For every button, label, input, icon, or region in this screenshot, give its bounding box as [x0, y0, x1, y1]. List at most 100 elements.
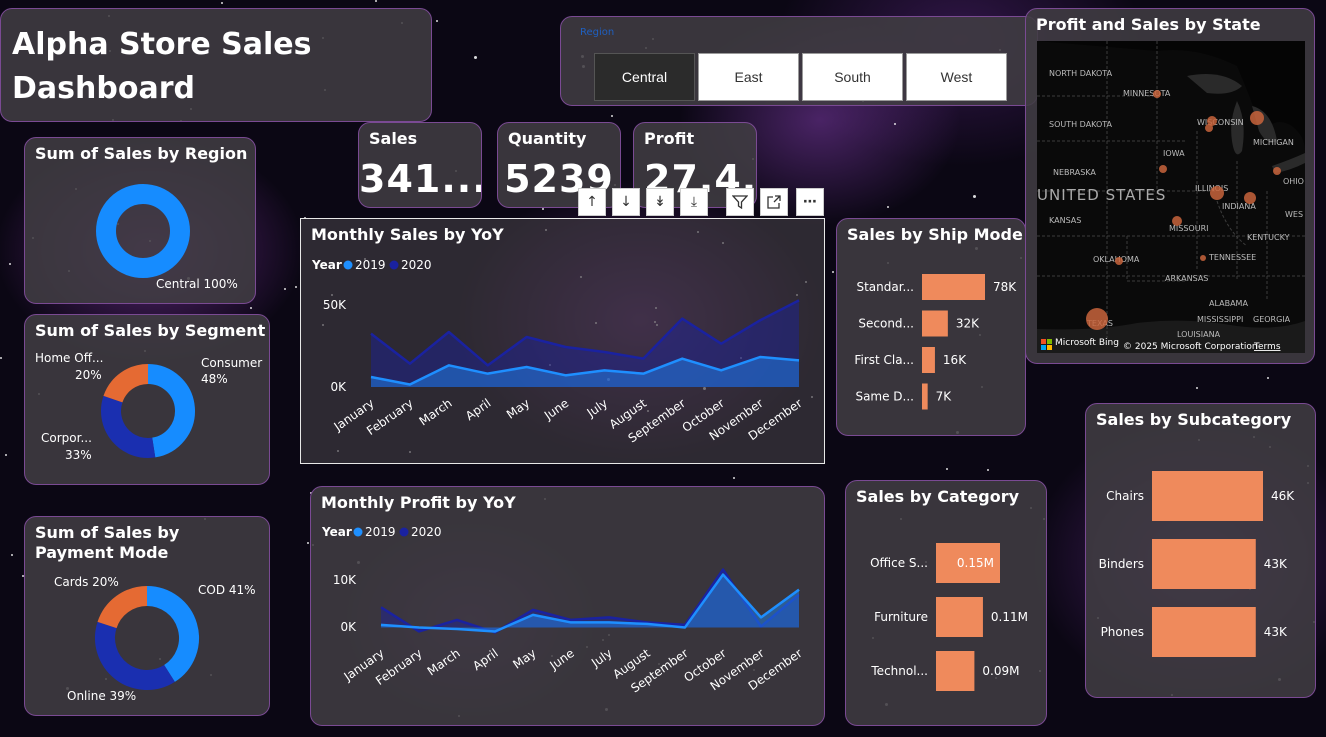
bar-category-label: Standar... [856, 280, 914, 294]
bar-furniture [936, 597, 983, 637]
bar-value-label: 0.09M [982, 664, 1019, 678]
y-tick-label: 10K [333, 573, 357, 587]
subcategory-bar-chart: Chairs 46K Binders 43K Phones 43K [1099, 471, 1295, 657]
legend-marker-2019 [343, 260, 353, 270]
slicer-option-east[interactable]: East [698, 53, 799, 101]
map-state-label: OHIO [1283, 177, 1304, 186]
bar-firstcla [922, 347, 935, 373]
y-tick-label: 0K [340, 620, 357, 634]
monthly-profit-panel: Monthly Profit by YoY Year 2019 2020 10K 0K J… [310, 486, 825, 726]
map-brand: Microsoft Bing [1055, 338, 1119, 348]
slicer-option-central[interactable]: Central [594, 53, 695, 101]
map-bubble-0 [1153, 90, 1161, 98]
map-title: Profit and Sales by State [1036, 15, 1261, 34]
payment-label-cod: COD 41% [198, 583, 256, 597]
legend-label-2020: 2020 [411, 525, 442, 539]
x-tick-label-april: April [470, 646, 501, 673]
x-tick-label-june: June [546, 646, 576, 673]
bing-logo-tile-3 [1047, 345, 1052, 350]
payment-label-online: Online 39% [67, 689, 137, 703]
legend-title: Year [311, 258, 342, 272]
segment-donut-chart [101, 364, 195, 458]
bar-category-label: Technol... [870, 664, 928, 678]
map-state-label: GEORGIA [1253, 315, 1291, 324]
monthly-sales-chart: Year 2019 202050K0KJanuaryFebruary March Apr… [311, 258, 805, 446]
bar-samed [922, 383, 928, 410]
map-bubble-3 [1207, 116, 1217, 126]
segment-label-homeoffice-pct: 20% [75, 368, 102, 382]
expand-hierarchy-icon[interactable]: ⤓ [680, 188, 708, 216]
map-state-label: MISSISSIPPI [1197, 315, 1243, 324]
sales-by-payment-panel: Sum of Sales by Payment Mode COD 41% Onl… [24, 516, 270, 716]
slicer-label: Region [580, 27, 615, 38]
map-bubble-7 [1172, 216, 1182, 226]
map-bubble-9 [1086, 308, 1108, 330]
bar-value-label: 43K [1264, 625, 1288, 639]
region-slicer: Region Central East South West [560, 16, 1038, 106]
bar-category-label: Second... [858, 317, 914, 331]
payment-slice-cod [146, 586, 199, 682]
map-state-label: IOWA [1163, 149, 1185, 158]
map-state-label: WISCONSIN [1197, 118, 1244, 127]
map-state-label: WES [1285, 210, 1303, 219]
bar-chairs [1152, 471, 1263, 521]
bar-second [922, 310, 948, 337]
kpi-profit-label: Profit [644, 129, 695, 148]
x-tick-label-may: May [510, 646, 538, 672]
x-tick-label-july: July [588, 646, 615, 670]
segment-label-corporate-pct: 33% [65, 448, 92, 462]
monthly-sales-panel[interactable]: Monthly Sales by YoY Year 2019 2020 50K 0K Ja… [300, 218, 825, 464]
more-options-icon[interactable]: ⋯ [796, 188, 824, 216]
filter-icon[interactable] [726, 188, 754, 216]
focus-mode-icon[interactable] [760, 188, 788, 216]
go-to-next-level-icon[interactable]: ↡ [646, 188, 674, 216]
legend-label-2020: 2020 [401, 258, 432, 272]
x-tick-label-march: March [417, 396, 455, 428]
legend-label-2019: 2019 [365, 525, 396, 539]
region-donut-slice-central [96, 184, 190, 278]
map-state-label: ALABAMA [1209, 299, 1248, 308]
kpi-sales-label: Sales [369, 129, 418, 148]
map-state-label: KENTUCKY [1247, 233, 1290, 242]
legend-marker-2020 [389, 260, 399, 270]
map-canvas[interactable]: NORTH DAKOTA MINNESOTA SOUTH DAKOTA WISCONS… [1037, 41, 1305, 353]
payment-slice-cards [97, 586, 148, 629]
segment-label-corporate-name: Corpor... [41, 431, 92, 445]
bar-binders [1152, 539, 1256, 589]
map-bubble-10 [1200, 255, 1206, 261]
kpi-sales-value: 341.... [359, 157, 481, 201]
map-bubble-6 [1244, 192, 1256, 204]
legend-label-2019: 2019 [355, 258, 386, 272]
map-state-label: MINNESOTA [1123, 89, 1171, 98]
bar-category-label: Same D... [855, 390, 914, 404]
bing-logo-tile-2 [1041, 345, 1046, 350]
segment-label-consumer-name: Consumer [201, 356, 263, 370]
monthly-profit-chart: Year 2019 202010K0KJanuaryFebruary March Apr… [321, 525, 805, 696]
bar-category-label: First Cla... [854, 353, 914, 367]
drill-up-icon[interactable]: ↑ [578, 188, 606, 216]
x-tick-label-july: July [584, 396, 611, 420]
bar-phones [1152, 607, 1256, 657]
map-state-label: KANSAS [1049, 216, 1081, 225]
legend-title: Year [321, 525, 352, 539]
bar-category-label: Chairs [1106, 489, 1144, 503]
bar-value-label: 78K [993, 280, 1017, 294]
bar-category-label: Furniture [874, 610, 928, 624]
bar-value-label: 16K [943, 353, 967, 367]
y-tick-label: 0K [330, 380, 347, 394]
map-bubble-8 [1115, 257, 1123, 265]
map-bubble-5 [1210, 186, 1224, 200]
kpi-quantity-label: Quantity [508, 129, 587, 148]
y-tick-label: 50K [323, 298, 347, 312]
slicer-option-south[interactable]: South [802, 53, 903, 101]
x-tick-label-may: May [504, 396, 532, 422]
payment-label-cards: Cards 20% [54, 575, 119, 589]
legend-marker-2019 [353, 527, 363, 537]
bar-value-label: 7K [936, 390, 953, 404]
segment-slice-homeoff [103, 364, 149, 403]
drill-down-icon[interactable]: ↓ [612, 188, 640, 216]
kpi-sales-card: Sales 341.... [358, 122, 482, 208]
slicer-option-west[interactable]: West [906, 53, 1007, 101]
bing-logo-tile-0 [1041, 339, 1046, 344]
sales-by-segment-panel: Sum of Sales by Segment Consumer 48% Cor… [24, 314, 270, 485]
